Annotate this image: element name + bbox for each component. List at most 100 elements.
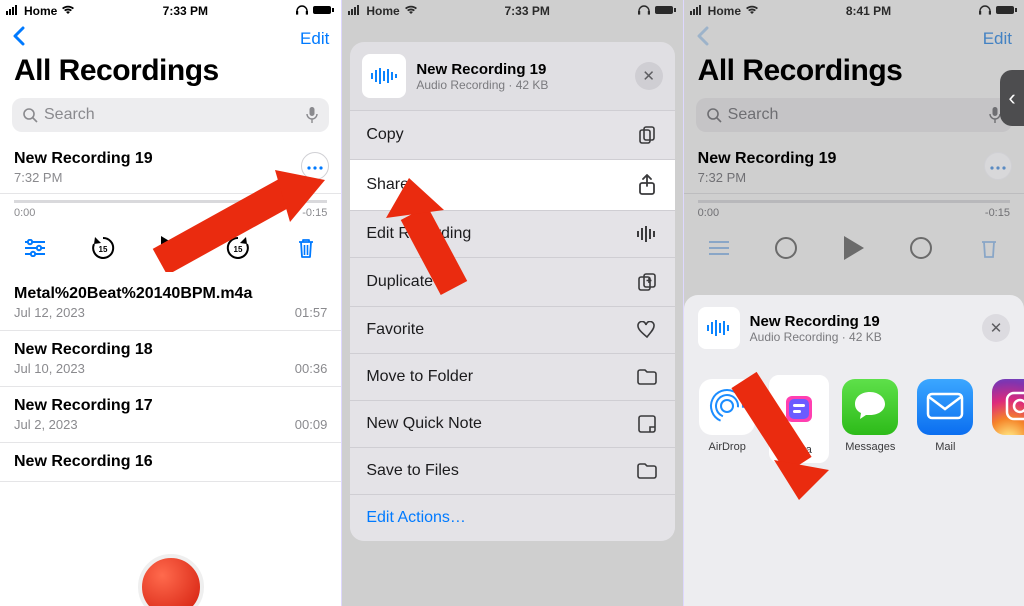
- list-item[interactable]: New Recording 16: [0, 443, 341, 482]
- app-label: AirDrop: [709, 441, 746, 453]
- clock: 7:33 PM: [163, 4, 208, 18]
- signal-bars-icon: [690, 4, 704, 18]
- airdrop-icon: [707, 386, 747, 429]
- carrier-label: Home: [708, 4, 741, 18]
- record-button[interactable]: [138, 554, 204, 606]
- current-recording-row[interactable]: New Recording 19 7:32 PM: [0, 142, 341, 194]
- signal-bars-icon: [348, 4, 362, 18]
- sheet-title: New Recording 19: [416, 61, 548, 78]
- mic-dictation-icon[interactable]: [305, 106, 319, 124]
- status-bar: Home 7:33 PM: [0, 0, 341, 22]
- back-button[interactable]: [696, 26, 710, 52]
- search-field[interactable]: Search: [12, 98, 329, 132]
- side-peek-handle[interactable]: ‹: [1000, 70, 1024, 126]
- menu-label: Edit Recording: [366, 225, 471, 243]
- edit-button[interactable]: Edit: [300, 29, 329, 49]
- context-menu-sheet: New Recording 19 Audio Recording · 42 KB…: [350, 42, 674, 541]
- share-app-messages[interactable]: Messages: [841, 379, 900, 459]
- battery-icon: [313, 4, 335, 18]
- recording-duration: 00:09: [295, 417, 328, 432]
- play-button[interactable]: [837, 231, 871, 265]
- ellipsis-icon: [990, 157, 1006, 175]
- carrier-label: Home: [366, 4, 399, 18]
- share-app-airdrop[interactable]: AirDrop: [698, 379, 757, 459]
- share-title: New Recording 19: [750, 313, 882, 330]
- close-button[interactable]: ✕: [982, 314, 1010, 342]
- share-app-row[interactable]: AirDrop Notta Messages Mail Instagram: [684, 361, 1024, 467]
- playback-timeline[interactable]: 0:00 -0:15: [684, 194, 1024, 225]
- menu-copy[interactable]: Copy: [350, 110, 674, 159]
- recording-duration: 01:57: [295, 305, 328, 320]
- headphones-icon: [637, 4, 651, 18]
- list-item[interactable]: New Recording 18 Jul 10, 202300:36: [0, 331, 341, 387]
- battery-icon: [655, 4, 677, 18]
- current-recording-row[interactable]: New Recording 19 7:32 PM: [684, 142, 1024, 194]
- menu-quick-note[interactable]: New Quick Note: [350, 400, 674, 447]
- recording-name: New Recording 19: [14, 150, 327, 168]
- search-placeholder: Search: [722, 106, 988, 124]
- options-sliders-button[interactable]: [702, 231, 736, 265]
- audio-waveform-icon: [362, 54, 406, 98]
- menu-label: Share: [366, 176, 409, 194]
- rewind-15-button[interactable]: 15: [86, 231, 120, 265]
- share-app-mail[interactable]: Mail: [916, 379, 975, 459]
- play-button[interactable]: [154, 231, 188, 265]
- close-button[interactable]: ✕: [635, 62, 663, 90]
- app-label: Notta: [786, 444, 812, 456]
- menu-label: Save to Files: [366, 462, 458, 480]
- menu-label: Duplicate: [366, 273, 433, 291]
- forward-15-button[interactable]: [904, 231, 938, 265]
- menu-save-files[interactable]: Save to Files: [350, 447, 674, 494]
- recording-name: New Recording 18: [14, 341, 327, 359]
- svg-text:15: 15: [98, 245, 107, 254]
- recording-duration: 00:36: [295, 361, 328, 376]
- share-app-notta[interactable]: Notta: [769, 375, 829, 463]
- delete-button[interactable]: [289, 231, 323, 265]
- search-field[interactable]: Search: [696, 98, 1012, 132]
- menu-share[interactable]: Share: [350, 159, 674, 210]
- clock: 7:33 PM: [504, 4, 549, 18]
- menu-favorite[interactable]: Favorite: [350, 306, 674, 353]
- duplicate-icon: [635, 272, 659, 292]
- menu-label: New Quick Note: [366, 415, 482, 433]
- playback-timeline[interactable]: 0:00-0:15: [0, 194, 341, 225]
- screen-context-menu: Home 7:33 PM New Recording 19 Audio Reco…: [341, 0, 682, 606]
- page-title: All Recordings: [684, 52, 1024, 98]
- menu-move-folder[interactable]: Move to Folder: [350, 353, 674, 400]
- time-remaining: -0:15: [985, 207, 1010, 219]
- nav-bar: Edit: [684, 22, 1024, 52]
- menu-label: Favorite: [366, 321, 424, 339]
- recording-name: New Recording 19: [698, 150, 1010, 168]
- copy-icon: [635, 125, 659, 145]
- time-start: 0:00: [698, 207, 719, 219]
- forward-15-button[interactable]: 15: [221, 231, 255, 265]
- search-placeholder: Search: [38, 106, 305, 124]
- menu-edit-recording[interactable]: Edit Recording: [350, 210, 674, 257]
- waveform-icon: [635, 226, 659, 242]
- rewind-15-button[interactable]: [769, 231, 803, 265]
- menu-label: Move to Folder: [366, 368, 473, 386]
- status-bar: Home 7:33 PM: [342, 0, 682, 22]
- list-item[interactable]: New Recording 17 Jul 2, 202300:09: [0, 387, 341, 443]
- carrier-label: Home: [24, 4, 57, 18]
- list-item[interactable]: Metal%20Beat%20140BPM.m4a Jul 12, 202301…: [0, 275, 341, 331]
- close-icon: ✕: [990, 319, 1003, 337]
- battery-icon: [996, 4, 1018, 18]
- delete-button[interactable]: [972, 231, 1006, 265]
- share-app-instagram[interactable]: Instagram: [991, 379, 1024, 459]
- menu-duplicate[interactable]: Duplicate: [350, 257, 674, 306]
- heart-icon: [635, 321, 659, 339]
- page-title: All Recordings: [0, 52, 341, 98]
- edit-actions-link[interactable]: Edit Actions…: [350, 494, 674, 541]
- instagram-icon: [1003, 389, 1024, 426]
- back-button[interactable]: [12, 26, 26, 52]
- notta-icon: [779, 389, 819, 432]
- search-icon: [22, 107, 38, 123]
- options-sliders-button[interactable]: [18, 231, 52, 265]
- app-label: Messages: [845, 441, 895, 453]
- edit-button[interactable]: Edit: [983, 29, 1012, 49]
- recording-time: 7:32 PM: [14, 170, 62, 185]
- more-options-button[interactable]: [984, 152, 1012, 180]
- share-icon: [635, 174, 659, 196]
- recording-date: Jul 12, 2023: [14, 305, 85, 320]
